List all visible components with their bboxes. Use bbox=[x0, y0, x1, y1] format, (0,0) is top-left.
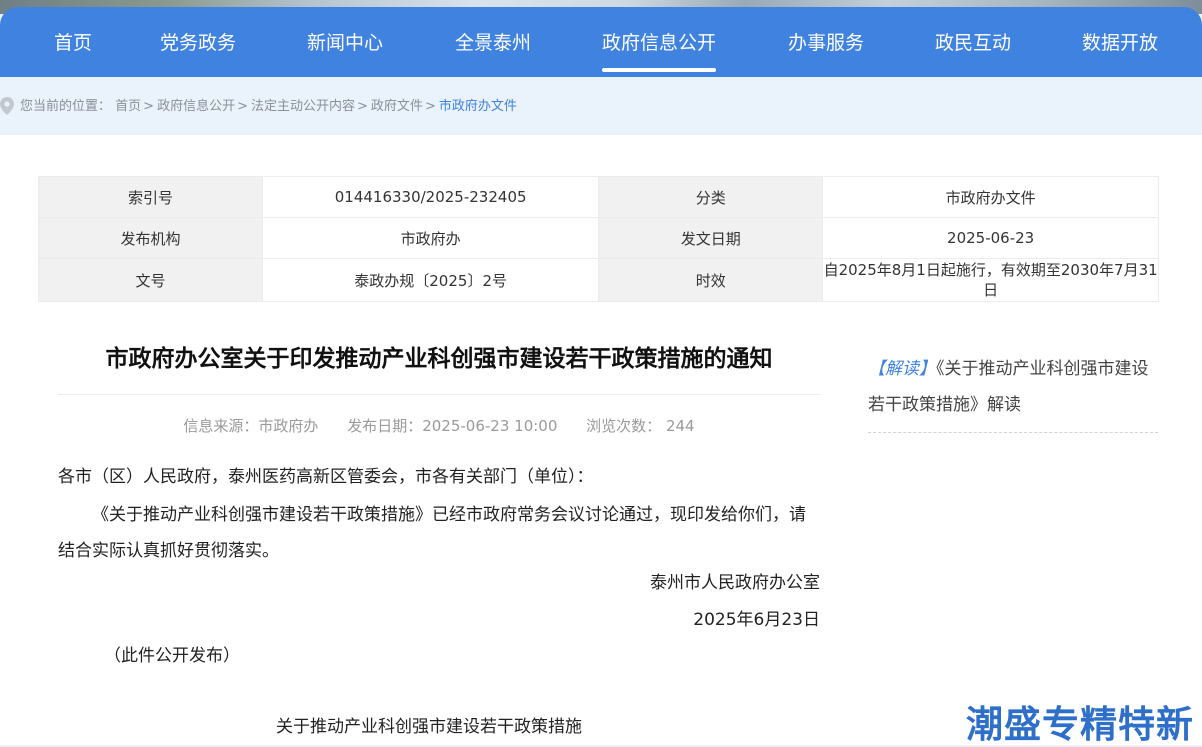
meta-value-validity: 自2025年8月1日起施行，有效期至2030年7月31日 bbox=[822, 258, 1159, 302]
meta-key-category: 分类 bbox=[598, 176, 824, 218]
meta-row: 文号 泰政办规〔2025〕2号 时效 自2025年8月1日起施行，有效期至203… bbox=[37, 258, 1159, 302]
document-meta-table: 索引号 014416330/2025-232405 分类 市政府办文件 发布机构… bbox=[37, 176, 1159, 302]
article-sign-date: 2025年6月23日 bbox=[693, 610, 820, 630]
article-title: 市政府办公室关于印发推动产业科创强市建设若干政策措施的通知 bbox=[105, 346, 773, 372]
meta-value-category: 市政府办文件 bbox=[822, 176, 1159, 218]
meta-key-issuing-agency: 发布机构 bbox=[37, 217, 264, 259]
title-divider bbox=[58, 394, 820, 395]
breadcrumb-separator: > bbox=[424, 99, 436, 114]
breadcrumb-prefix: 您当前的位置： bbox=[20, 99, 112, 114]
sidebar-interpretation-link[interactable]: 【解读】《关于推动产业科创强市建设若干政策措施》解读 bbox=[868, 351, 1158, 423]
breadcrumb-home[interactable]: 首页 bbox=[115, 99, 141, 114]
nav-item-interaction[interactable]: 政民互动 bbox=[935, 7, 1011, 77]
article-public-note: （此件公开发布） bbox=[104, 646, 240, 666]
meta-value-issue-date: 2025-06-23 bbox=[822, 217, 1159, 259]
meta-value-document-number: 泰政办规〔2025〕2号 bbox=[262, 258, 600, 302]
nav-item-open-data[interactable]: 数据开放 bbox=[1082, 7, 1158, 77]
meta-key-validity: 时效 bbox=[598, 258, 824, 302]
breadcrumb-separator: > bbox=[143, 99, 155, 114]
attachment-title: 关于推动产业科创强市建设若干政策措施 bbox=[276, 717, 582, 737]
location-pin-icon bbox=[0, 97, 14, 115]
content-card: 索引号 014416330/2025-232405 分类 市政府办文件 发布机构… bbox=[0, 135, 1202, 745]
article-issuer: 泰州市人民政府办公室 bbox=[650, 573, 820, 593]
nav-item-news-center[interactable]: 新闻中心 bbox=[307, 7, 383, 77]
breadcrumb-gov-info-public[interactable]: 政府信息公开 bbox=[157, 99, 235, 114]
sidebar-divider bbox=[868, 432, 1158, 433]
article-info-bar: 信息来源：市政府办 发布日期：2025-06-23 10:00 浏览次数： 24… bbox=[58, 415, 820, 436]
article-source: 信息来源：市政府办 bbox=[183, 417, 319, 435]
nav-item-home[interactable]: 首页 bbox=[54, 7, 92, 77]
article-publish-date: 发布日期：2025-06-23 10:00 bbox=[347, 417, 558, 435]
nav-item-gov-info-public[interactable]: 政府信息公开 bbox=[602, 7, 717, 77]
article-salutation: 各市（区）人民政府，泰州医药高新区管委会，市各有关部门（单位）： bbox=[58, 467, 594, 487]
breadcrumb: 您当前的位置： 首页 > 政府信息公开 > 法定主动公开内容 > 政府文件 > 市政府办文件 bbox=[0, 77, 1202, 135]
breadcrumb-statutory-content[interactable]: 法定主动公开内容 bbox=[251, 99, 355, 114]
breadcrumb-separator: > bbox=[357, 99, 368, 114]
nav-item-services[interactable]: 办事服务 bbox=[788, 7, 864, 77]
nav-item-panorama-taizhou[interactable]: 全景泰州 bbox=[455, 7, 531, 77]
nav-item-party-affairs[interactable]: 党务政务 bbox=[160, 7, 236, 77]
breadcrumb-current[interactable]: 市政府办文件 bbox=[439, 99, 517, 114]
meta-key-index-number: 索引号 bbox=[37, 176, 264, 218]
breadcrumb-gov-documents[interactable]: 政府文件 bbox=[371, 99, 423, 114]
meta-key-document-number: 文号 bbox=[37, 258, 264, 302]
breadcrumb-separator: > bbox=[237, 99, 248, 114]
main-nav: 首页 党务政务 新闻中心 全景泰州 政府信息公开 办事服务 政民互动 数据开放 bbox=[0, 7, 1202, 77]
article-view-count: 浏览次数： 244 bbox=[586, 417, 695, 435]
meta-value-index-number: 014416330/2025-232405 bbox=[262, 176, 600, 218]
meta-value-issuing-agency: 市政府办 bbox=[262, 217, 600, 259]
interpretation-tag: 【解读】 bbox=[868, 359, 936, 379]
article-main-paragraph: 《关于推动产业科创强市建设若干政策措施》已经市政府常务会议讨论通过，现印发给你们… bbox=[58, 505, 806, 561]
meta-row: 发布机构 市政府办 发文日期 2025-06-23 bbox=[37, 217, 1159, 259]
meta-row: 索引号 014416330/2025-232405 分类 市政府办文件 bbox=[37, 176, 1159, 218]
meta-key-issue-date: 发文日期 bbox=[598, 217, 824, 259]
watermark-logo: 潮盛专精特新 bbox=[966, 703, 1194, 746]
